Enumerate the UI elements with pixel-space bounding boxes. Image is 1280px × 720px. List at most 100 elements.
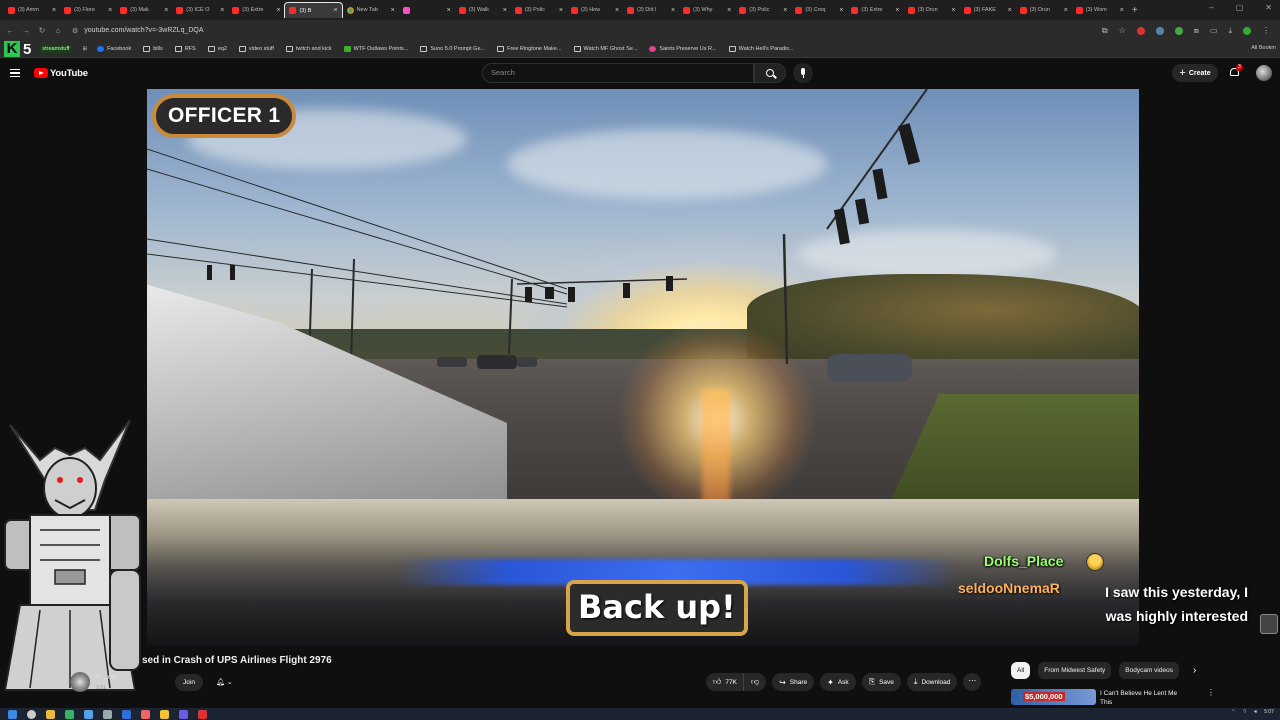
recommended-thumbnail[interactable]: $5,000,000 (1011, 689, 1096, 705)
explorer-icon[interactable] (46, 709, 55, 719)
apps-grid-icon[interactable]: ⊞ (82, 46, 87, 52)
like-button[interactable]: 👍︎ 77K (706, 673, 743, 691)
start-icon[interactable] (8, 709, 17, 719)
bookmark-item[interactable]: Suno 5.0 Prompt Ge... (420, 46, 485, 52)
tab-close-icon[interactable]: × (671, 7, 675, 14)
bookmark-item[interactable]: video stuff (238, 46, 274, 52)
voice-search-icon[interactable] (793, 63, 813, 83)
chip-channel[interactable]: From Midwest Safety (1038, 662, 1112, 679)
tab-close-icon[interactable]: × (615, 7, 619, 14)
browser-tab[interactable]: (3) Extre × (228, 2, 284, 18)
extension-blue-icon[interactable] (1155, 26, 1164, 35)
bookmark-item[interactable]: RFS (174, 46, 196, 52)
browser-tab[interactable]: (3) Drun × (1016, 2, 1072, 18)
browser-tab[interactable]: (3) How × (567, 2, 623, 18)
browser-tab[interactable]: (3) Did I × (623, 2, 679, 18)
app-red-icon[interactable] (141, 709, 150, 719)
url-field[interactable]: ⚙ youtube.com/watch?v=-3wRZLq_DQA (72, 23, 1102, 38)
tray-chevron-icon[interactable]: ⌃ (1231, 709, 1235, 715)
tab-close-icon[interactable]: × (52, 7, 56, 14)
streamstuff-tag[interactable]: streamstuff (39, 45, 73, 53)
extensions-icon[interactable]: ⧈ (1194, 26, 1199, 36)
app-blue-icon[interactable] (84, 709, 93, 719)
tab-close-icon[interactable]: × (447, 7, 451, 14)
tab-close-icon[interactable]: × (895, 7, 899, 14)
bookmark-item[interactable]: Watch Hell's Paradis... (728, 46, 794, 52)
browser-tab[interactable]: (3) Mak × (116, 2, 172, 18)
back-icon[interactable]: ← (4, 26, 16, 35)
recommended-more-icon[interactable]: ⋮ (1207, 688, 1215, 697)
browser-tab[interactable]: × (399, 2, 455, 18)
k5-logo[interactable]: K 5 (4, 41, 31, 58)
chip-bodycam[interactable]: Bodycam videos (1119, 662, 1179, 679)
browser-tab[interactable]: (3) ICE O × (172, 2, 228, 18)
browser-tab[interactable]: (3) Why × (679, 2, 735, 18)
tab-close-icon[interactable]: × (559, 7, 563, 14)
recommended-title[interactable]: I Can't Believe He Lent Me This (1100, 689, 1190, 707)
join-button[interactable]: Join (175, 674, 203, 691)
browser-tab[interactable]: (3) Amm × (4, 2, 60, 18)
channel-name[interactable]: M...ety (96, 674, 117, 681)
tab-close-icon[interactable]: × (1008, 7, 1012, 14)
dislike-button[interactable]: 👎︎ (742, 673, 767, 691)
tab-close-icon[interactable]: × (391, 7, 395, 14)
tab-close-icon[interactable]: × (952, 7, 956, 14)
maximize-icon[interactable]: ▢ (1236, 3, 1244, 12)
browser-tab[interactable]: (3) Polic × (735, 2, 791, 18)
channel-avatar[interactable] (70, 672, 90, 692)
new-tab-icon[interactable]: + (1132, 5, 1138, 16)
create-button[interactable]: + Create (1172, 64, 1218, 82)
app-chrome-icon[interactable] (160, 709, 169, 719)
search-taskbar-icon[interactable] (27, 709, 36, 719)
tab-close-icon[interactable]: × (503, 7, 507, 14)
menu-icon[interactable] (10, 68, 24, 78)
tab-close-icon[interactable]: × (276, 7, 280, 14)
tab-close-icon[interactable]: × (839, 7, 843, 14)
app-discord-icon[interactable] (179, 709, 188, 719)
forward-icon[interactable]: → (20, 26, 32, 35)
tab-close-icon[interactable]: × (1120, 7, 1124, 14)
subscription-bell-button[interactable]: 🔔︎ ⌄ (210, 674, 242, 691)
chevron-right-icon[interactable]: › (1193, 665, 1196, 676)
site-info-icon[interactable]: ⚙ (72, 27, 78, 35)
all-bookmarks[interactable]: All Bookm (1251, 45, 1276, 51)
app-green-icon[interactable] (65, 709, 74, 719)
star-icon[interactable]: ☆ (1119, 26, 1126, 35)
tab-close-icon[interactable]: × (783, 7, 787, 14)
browser-tab[interactable]: (3) Extre × (847, 2, 903, 18)
volume-icon[interactable]: 🔊︎ (1254, 709, 1257, 715)
notifications-icon[interactable]: 3 (1229, 64, 1243, 79)
tab-close-icon[interactable]: × (333, 7, 337, 14)
sidepanel-icon[interactable]: ▭ (1210, 26, 1218, 35)
chip-all[interactable]: All (1011, 662, 1031, 679)
more-actions-icon[interactable]: ⋯ (963, 673, 982, 691)
browser-tab[interactable]: (3) Drun × (904, 2, 960, 18)
browser-tab[interactable]: (3) Walk × (455, 2, 511, 18)
browser-tab[interactable]: New Tab × (343, 2, 399, 18)
bookmark-item[interactable]: eq2 (207, 46, 227, 52)
wifi-icon[interactable]: ⌔ (1242, 709, 1247, 715)
share-button[interactable]: ↪ Share (772, 673, 815, 691)
app-steam-icon[interactable] (122, 709, 131, 719)
tab-close-icon[interactable]: × (164, 7, 168, 14)
bookmark-item[interactable]: Facebook (97, 46, 131, 52)
browser-tab[interactable]: (3) Polic × (511, 2, 567, 18)
tab-close-icon[interactable]: × (1064, 7, 1068, 14)
browser-menu-icon[interactable]: ⋮ (1262, 26, 1270, 35)
bookmark-item[interactable]: Saints Preserve Us R... (649, 46, 717, 52)
app-gear-icon[interactable] (103, 709, 112, 719)
browser-tab[interactable]: (3) Creq × (791, 2, 847, 18)
bookmark-item[interactable]: Free Ringtone Make... (497, 46, 562, 52)
ask-button[interactable]: ✦ Ask (820, 673, 856, 691)
search-input[interactable]: Search (482, 63, 754, 83)
extension-green-icon[interactable] (1174, 26, 1183, 35)
browser-tab[interactable]: (3) Wom × (1072, 2, 1128, 18)
save-button[interactable]: ⎘ Save (861, 673, 901, 691)
browser-tab[interactable]: (3) Flore × (60, 2, 116, 18)
download-icon[interactable]: ⤓ (1228, 26, 1232, 36)
tab-close-icon[interactable]: × (220, 7, 224, 14)
browser-tab[interactable]: (3) FAKE × (960, 2, 1016, 18)
install-icon[interactable]: ⧉ (1102, 26, 1108, 36)
search-button[interactable] (754, 63, 786, 83)
bookmark-item[interactable]: WTF Outlaws Points... (343, 46, 408, 52)
